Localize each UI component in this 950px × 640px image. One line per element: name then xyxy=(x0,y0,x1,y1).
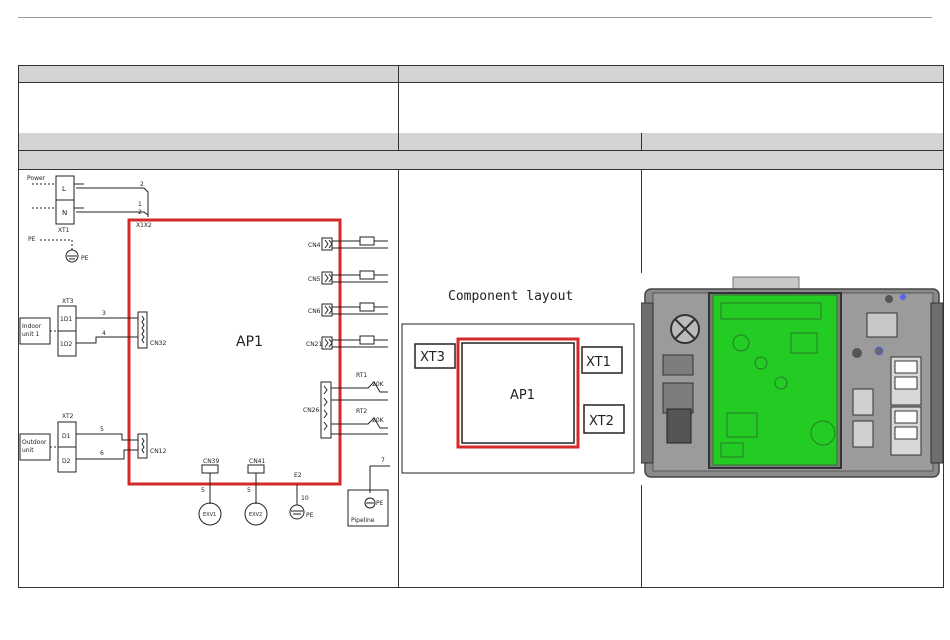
e2-pe-label: PE xyxy=(306,512,314,519)
td2-label: 1D2 xyxy=(60,341,72,348)
layout-xt2-label: XT2 xyxy=(589,414,614,429)
wire-num-6: 6 xyxy=(100,450,104,457)
pipeline-pe-label: PE xyxy=(376,500,384,507)
rt2-label: RT2 xyxy=(356,408,367,415)
cn41-connector xyxy=(247,464,265,474)
cn39-connector xyxy=(201,464,219,474)
rt1-label: RT1 xyxy=(356,372,367,379)
led-icon xyxy=(900,294,906,300)
pcb-photo xyxy=(641,273,943,485)
cn12-label: CN12 xyxy=(150,448,166,455)
pe-ground-label: PE xyxy=(81,255,89,262)
wire-num-4: 4 xyxy=(102,330,106,337)
layout-ap1-label: AP1 xyxy=(510,388,535,403)
cn4-label: CN4 xyxy=(308,242,321,249)
pipeline-label: Pipeline xyxy=(351,517,375,524)
cn6-group: CN6 xyxy=(308,302,388,317)
xt1-label: XT1 xyxy=(58,227,70,234)
outdoor-unit-label-2: unit xyxy=(22,447,34,454)
pe-label: PE xyxy=(28,236,36,243)
l-terminal-label: L xyxy=(62,185,66,193)
top-divider xyxy=(18,17,932,18)
wire-num-5b: 5 xyxy=(201,487,205,494)
table-header-row-3 xyxy=(19,151,943,170)
x1x2-label: X1X2 xyxy=(136,222,152,229)
cn5-group: CN5 xyxy=(308,270,388,285)
cn12-connector xyxy=(137,433,148,459)
cn4-group: CN4 xyxy=(308,236,388,251)
d2-label: D2 xyxy=(62,458,71,465)
indoor-unit-label-2: unit 1 xyxy=(22,331,40,338)
wire-num-10: 10 xyxy=(301,495,309,502)
wire-num-3: 3 xyxy=(102,310,106,317)
td1-label: 1D1 xyxy=(60,316,72,323)
cn39-label: CN39 xyxy=(203,458,219,465)
cn26-connector xyxy=(320,381,332,439)
cn26-label: CN26 xyxy=(303,407,319,414)
cn5-label: CN5 xyxy=(308,276,321,283)
layout-xt3-label: XT3 xyxy=(420,350,445,365)
wire-num-1: 1 xyxy=(138,201,142,208)
n-terminal-label: N xyxy=(62,209,67,217)
e2-label: E2 xyxy=(294,472,302,479)
exv2-label: EXV2 xyxy=(249,512,262,518)
wire-num-5c: 5 xyxy=(247,487,251,494)
table-header-row-1 xyxy=(19,66,943,83)
ap1-label: AP1 xyxy=(236,334,263,350)
table-header-row-2 xyxy=(19,133,943,151)
wire-num-2a: 2 xyxy=(140,181,144,188)
pcb-green-area xyxy=(712,294,838,466)
cn32-label: CN32 xyxy=(150,340,166,347)
wire-num-7: 7 xyxy=(381,457,385,464)
wire-num-5: 5 xyxy=(100,426,104,433)
layout-xt1-label: XT1 xyxy=(586,355,611,370)
xt2-label: XT2 xyxy=(62,413,74,420)
wiring-diagram: Power L N XT1 2 1 2 X1X2 PE PE AP1 XT3 1… xyxy=(19,175,390,527)
cn41-label: CN41 xyxy=(249,458,265,465)
component-layout-title: Component layout xyxy=(448,289,573,304)
indoor-unit-label-1: Indoor xyxy=(22,323,42,330)
power-label: Power xyxy=(27,175,46,182)
e2-ground-icon xyxy=(289,504,305,520)
cn6-label: CN6 xyxy=(308,308,321,315)
exv1-label: EXV1 xyxy=(203,512,216,518)
component-layout: Component layout AP1 XT3 XT1 XT2 xyxy=(401,289,635,474)
d1-label: D1 xyxy=(62,433,71,440)
outdoor-unit-label-1: Outdoor xyxy=(22,439,47,446)
ap1-board xyxy=(127,218,342,486)
xt3-label: XT3 xyxy=(62,298,74,305)
wire-num-2b: 2 xyxy=(138,209,142,216)
cn21-label: CN21 xyxy=(306,341,322,348)
cn21-group: CN21 xyxy=(306,335,388,350)
